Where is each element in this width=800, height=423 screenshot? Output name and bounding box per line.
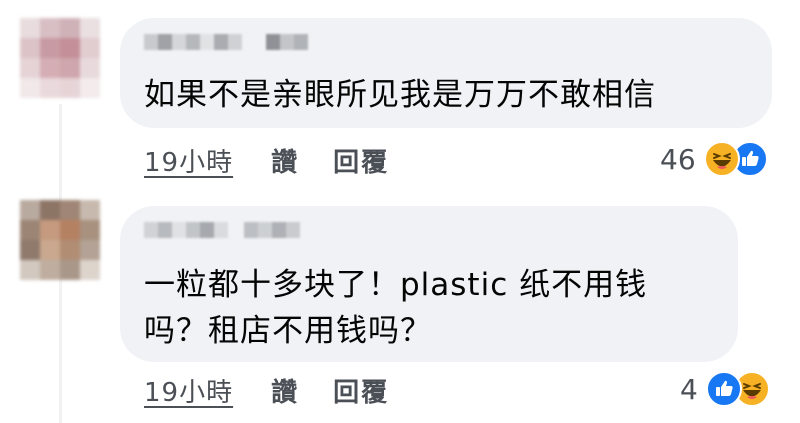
comment-bubble: 如果不是亲眼所见我是万万不敢相信 xyxy=(120,18,772,128)
comment-text-line: 一粒都十多块了！plastic 纸不用钱 xyxy=(144,267,648,303)
comment-timestamp[interactable]: 19小時 xyxy=(144,142,233,179)
comment-bubble: 一粒都十多块了！plastic 纸不用钱 吗？租店不用钱吗？ xyxy=(120,206,738,362)
reaction-summary[interactable]: 46 xyxy=(660,139,768,179)
reply-button[interactable]: 回覆 xyxy=(333,372,389,409)
comment-actions: 19小時 讚 回覆 xyxy=(144,370,389,410)
haha-icon xyxy=(703,141,740,177)
reaction-count: 46 xyxy=(660,142,696,176)
like-icon xyxy=(705,371,742,407)
avatar[interactable] xyxy=(20,200,100,280)
commenter-name[interactable] xyxy=(144,222,300,238)
comment-actions: 19小時 讚 回覆 xyxy=(144,140,389,180)
commenter-name[interactable] xyxy=(144,34,308,50)
reaction-summary[interactable]: 4 xyxy=(680,369,770,409)
comment-text: 一粒都十多块了！plastic 纸不用钱 吗？租店不用钱吗？ xyxy=(144,262,647,354)
like-button[interactable]: 讚 xyxy=(271,142,297,179)
like-button[interactable]: 讚 xyxy=(271,372,297,409)
reaction-count: 4 xyxy=(680,372,698,406)
avatar[interactable] xyxy=(20,18,100,98)
comment-timestamp[interactable]: 19小時 xyxy=(144,372,233,409)
comment-text: 如果不是亲眼所见我是万万不敢相信 xyxy=(144,72,656,118)
comment-text-line: 吗？租店不用钱吗？ xyxy=(144,313,432,349)
comment-text-line: 如果不是亲眼所见我是万万不敢相信 xyxy=(144,77,656,113)
reply-button[interactable]: 回覆 xyxy=(333,142,389,179)
